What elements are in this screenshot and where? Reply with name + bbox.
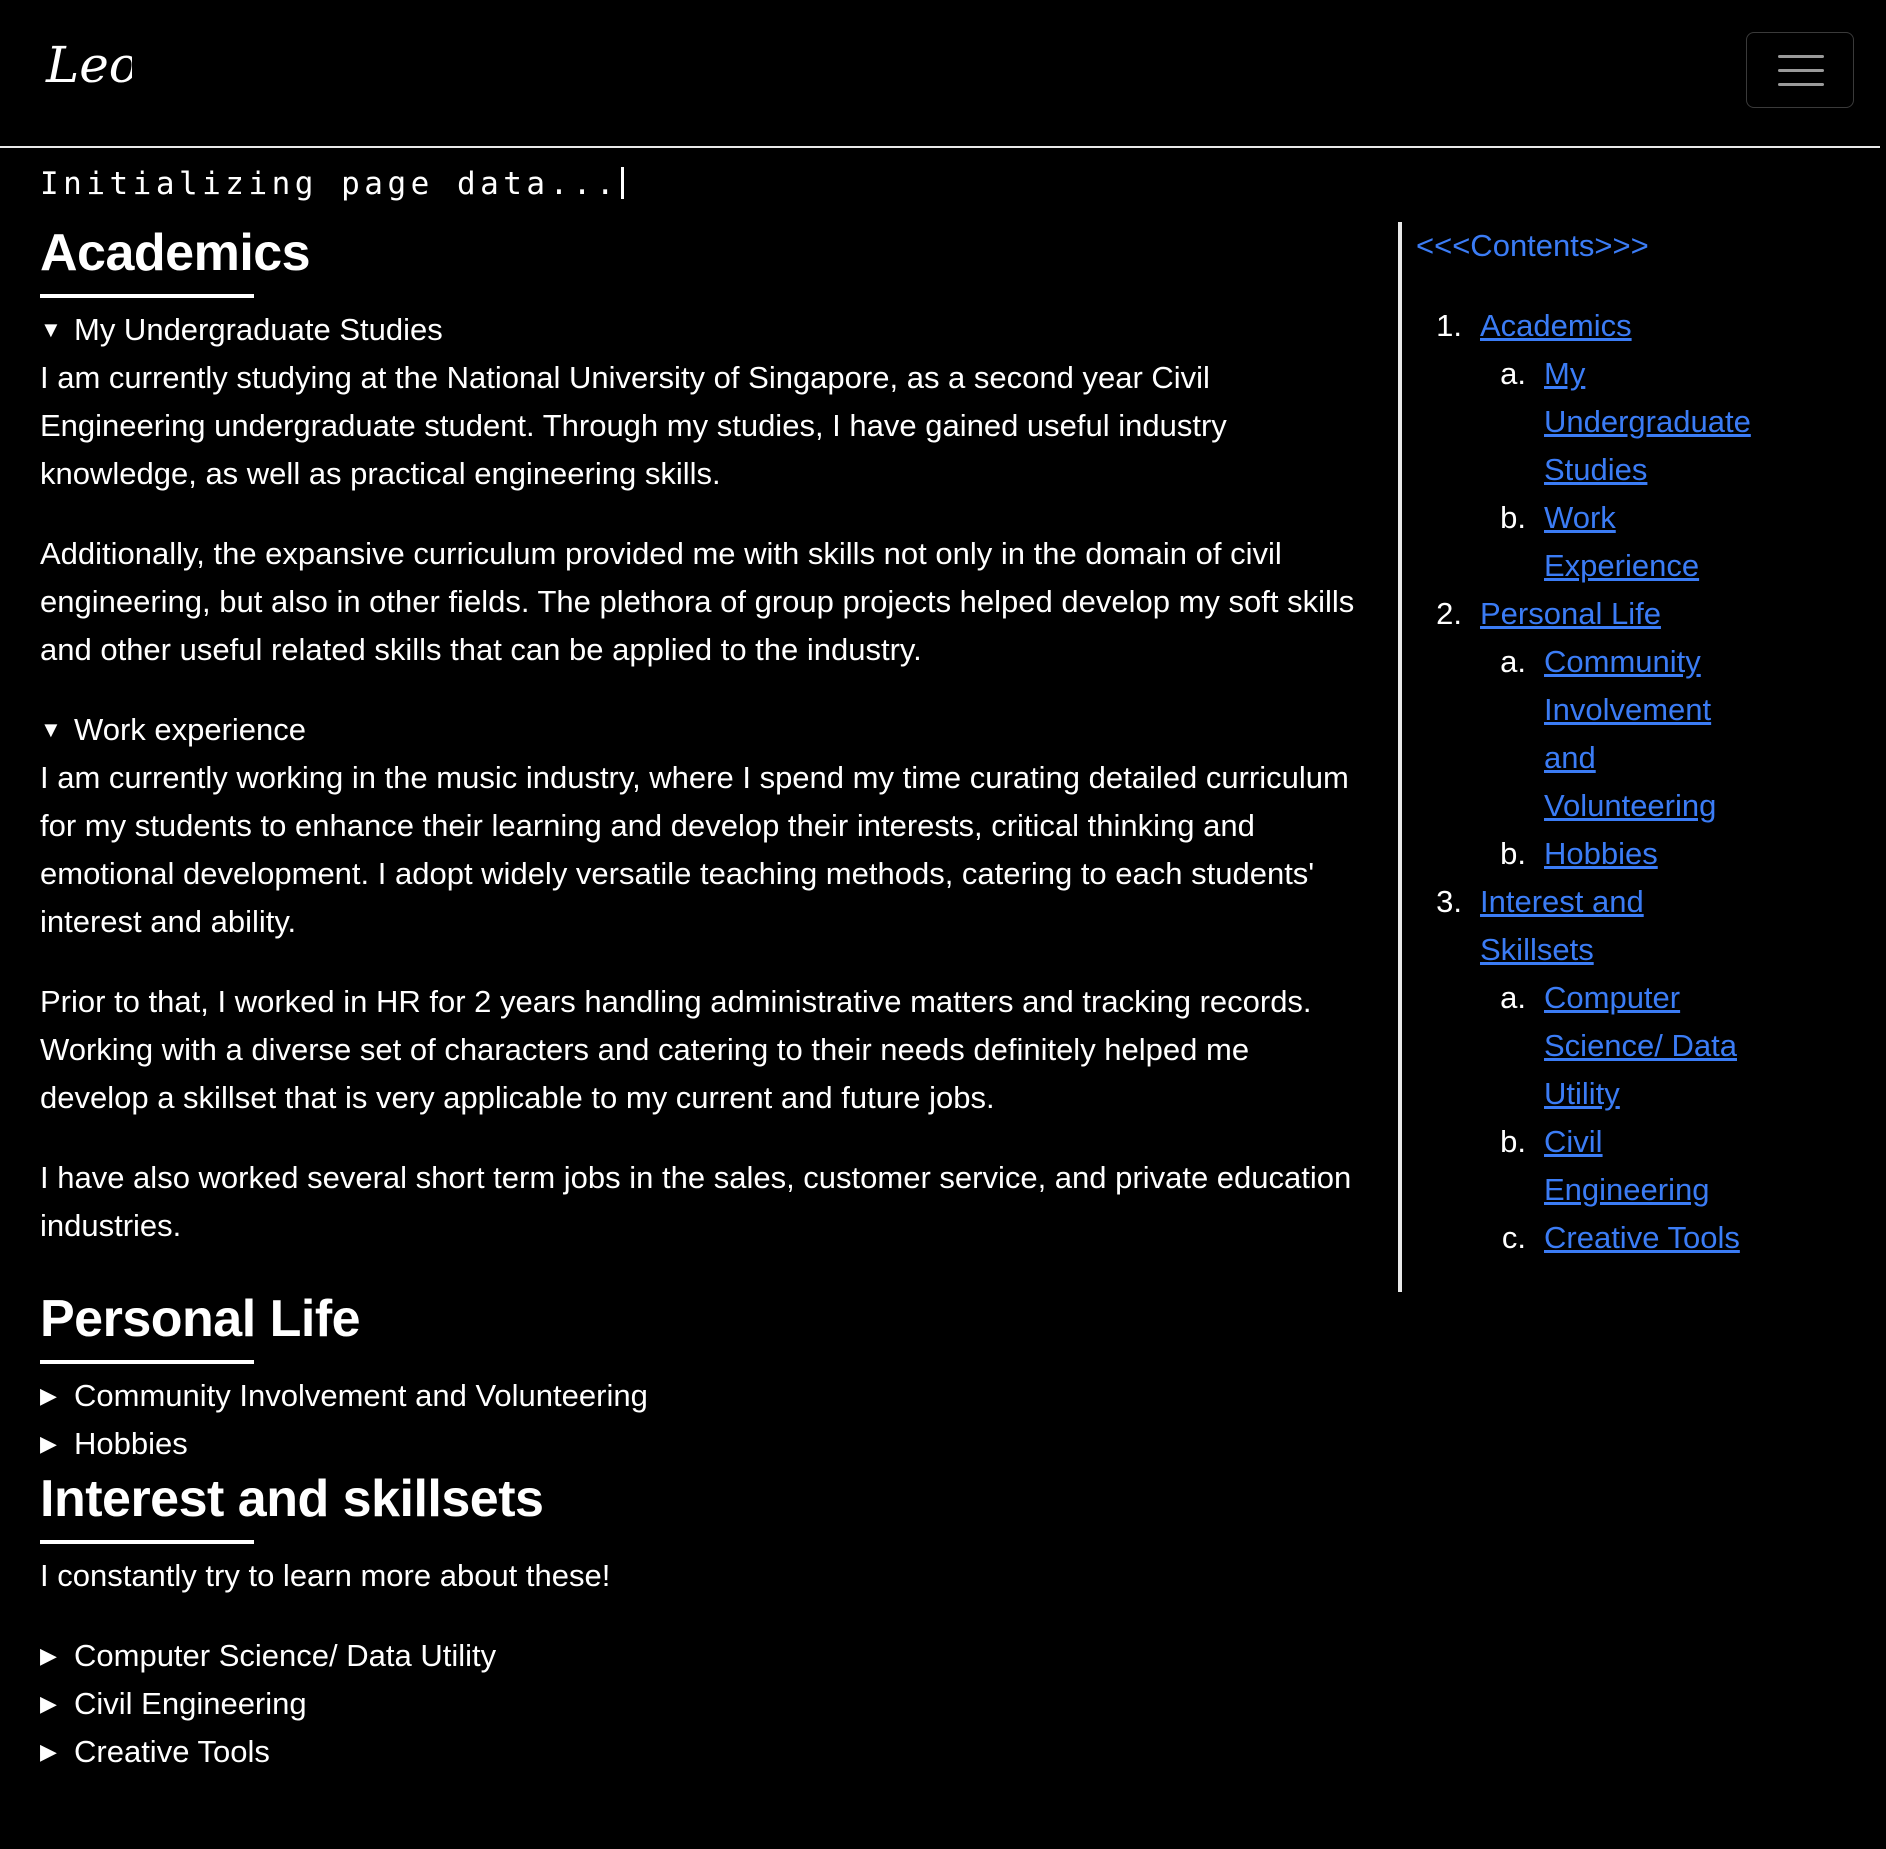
section-divider [40, 1360, 254, 1364]
toc-subitem: c. Creative Tools [1480, 1214, 1750, 1262]
toc-number: b. [1500, 1124, 1526, 1159]
toc-number: b. [1500, 836, 1526, 871]
section-divider [40, 1540, 254, 1544]
toc-link-undergrad[interactable]: My Undergraduate Studies [1544, 350, 1774, 494]
toc-item: 3. Interest and Skillsets a. Computer Sc… [1416, 878, 1818, 1262]
logo[interactable]: Leo [42, 24, 132, 104]
summary-label: Civil Engineering [74, 1686, 307, 1721]
typing-status-text: Initializing page data... [40, 166, 620, 202]
toc-link-personal[interactable]: Personal Life [1480, 590, 1818, 638]
details-creative-summary[interactable]: ▶ Creative Tools [40, 1728, 1360, 1776]
details-community-summary[interactable]: ▶ Community Involvement and Volunteering [40, 1372, 1360, 1420]
details-hobbies-summary[interactable]: ▶ Hobbies [40, 1420, 1360, 1468]
triangle-right-icon: ▶ [40, 1383, 57, 1408]
section-title-academics: Academics [40, 224, 311, 282]
toc-link-community[interactable]: Community Involvement and Volunteering [1544, 638, 1724, 830]
toc-link-hobbies[interactable]: Hobbies [1544, 830, 1744, 878]
triangle-down-icon: ▼ [40, 717, 62, 742]
toc-link-interest[interactable]: Interest and Skillsets [1480, 878, 1660, 974]
triangle-right-icon: ▶ [40, 1691, 57, 1716]
toc-item: 2. Personal Life a. Community Involvemen… [1416, 590, 1818, 878]
toc-number: a. [1500, 644, 1526, 679]
toc-list: 1. Academics a. My Undergraduate Studies… [1416, 302, 1818, 1262]
toc-number: 2. [1436, 596, 1462, 631]
section-title-interest: Interest and skillsets [40, 1470, 544, 1528]
triangle-down-icon: ▼ [40, 317, 62, 342]
triangle-right-icon: ▶ [40, 1431, 57, 1456]
toc-link-civil[interactable]: Civil Engineering [1544, 1118, 1714, 1214]
summary-label: Hobbies [74, 1426, 188, 1461]
paragraph: I have also worked several short term jo… [40, 1160, 1352, 1243]
toc-number: a. [1500, 980, 1526, 1015]
toc-number: 3. [1436, 884, 1462, 919]
toc-link-cs[interactable]: Computer Science/ Data Utility [1544, 974, 1744, 1118]
details-work-summary[interactable]: ▼ Work experience [40, 706, 1360, 754]
section-divider [40, 294, 254, 298]
menu-toggle-button[interactable] [1746, 32, 1854, 108]
triangle-right-icon: ▶ [40, 1643, 57, 1668]
paragraph: I am currently studying at the National … [40, 360, 1227, 491]
toc-number: b. [1500, 500, 1526, 535]
details-civil-summary[interactable]: ▶ Civil Engineering [40, 1680, 1360, 1728]
toc-title-link[interactable]: <<<Contents>>> [1416, 222, 1818, 270]
toc-sublist: a. Community Involvement and Volunteerin… [1480, 638, 1818, 878]
paragraph: I am currently working in the music indu… [40, 760, 1349, 939]
toc-number: c. [1501, 1220, 1526, 1255]
toc-subitem: a. My Undergraduate Studies [1480, 350, 1751, 494]
main-content: Academics ▼ My Undergraduate Studies I a… [40, 222, 1360, 1776]
typing-status: Initializing page data... [40, 166, 625, 202]
text-caret [621, 167, 625, 199]
toc-number: a. [1500, 356, 1526, 391]
paragraph: I constantly try to learn more about the… [40, 1558, 611, 1593]
toc-subitem: a. Computer Science/ Data Utility [1480, 974, 1750, 1118]
toc-subitem: b. Civil Engineering [1480, 1118, 1750, 1214]
toc-subitem: a. Community Involvement and Volunteerin… [1480, 638, 1750, 830]
toc-sublist: a. Computer Science/ Data Utility b. Civ… [1480, 974, 1818, 1262]
toc-subitem: b. Work Experience [1480, 494, 1750, 590]
details-undergrad-summary[interactable]: ▼ My Undergraduate Studies [40, 306, 1360, 354]
summary-label: Computer Science/ Data Utility [74, 1638, 497, 1673]
toc-link-academics[interactable]: Academics [1480, 302, 1818, 350]
toc-item: 1. Academics a. My Undergraduate Studies… [1416, 302, 1818, 590]
toc-link-work[interactable]: Work Experience [1544, 494, 1724, 590]
svg-text:Leo: Leo [45, 36, 132, 94]
hamburger-line [1778, 69, 1824, 72]
summary-label: Creative Tools [74, 1734, 270, 1769]
summary-label: My Undergraduate Studies [74, 312, 443, 347]
paragraph: Prior to that, I worked in HR for 2 year… [40, 984, 1312, 1115]
toc-sublist: a. My Undergraduate Studies b. Work Expe… [1480, 350, 1818, 590]
hamburger-menu-icon [1778, 55, 1824, 58]
hamburger-line [1778, 83, 1824, 86]
summary-label: Community Involvement and Volunteering [74, 1378, 648, 1413]
table-of-contents: <<<Contents>>> 1. Academics a. My Underg… [1398, 222, 1818, 1292]
toc-subitem: b. Hobbies [1480, 830, 1750, 878]
section-title-personal: Personal Life [40, 1290, 361, 1348]
paragraph: Additionally, the expansive curriculum p… [40, 536, 1355, 667]
toc-link-creative[interactable]: Creative Tools [1544, 1214, 1794, 1262]
details-cs-summary[interactable]: ▶ Computer Science/ Data Utility [40, 1632, 1360, 1680]
navbar: Leo [0, 0, 1880, 148]
toc-number: 1. [1436, 308, 1462, 343]
triangle-right-icon: ▶ [40, 1739, 57, 1764]
summary-label: Work experience [74, 712, 307, 747]
